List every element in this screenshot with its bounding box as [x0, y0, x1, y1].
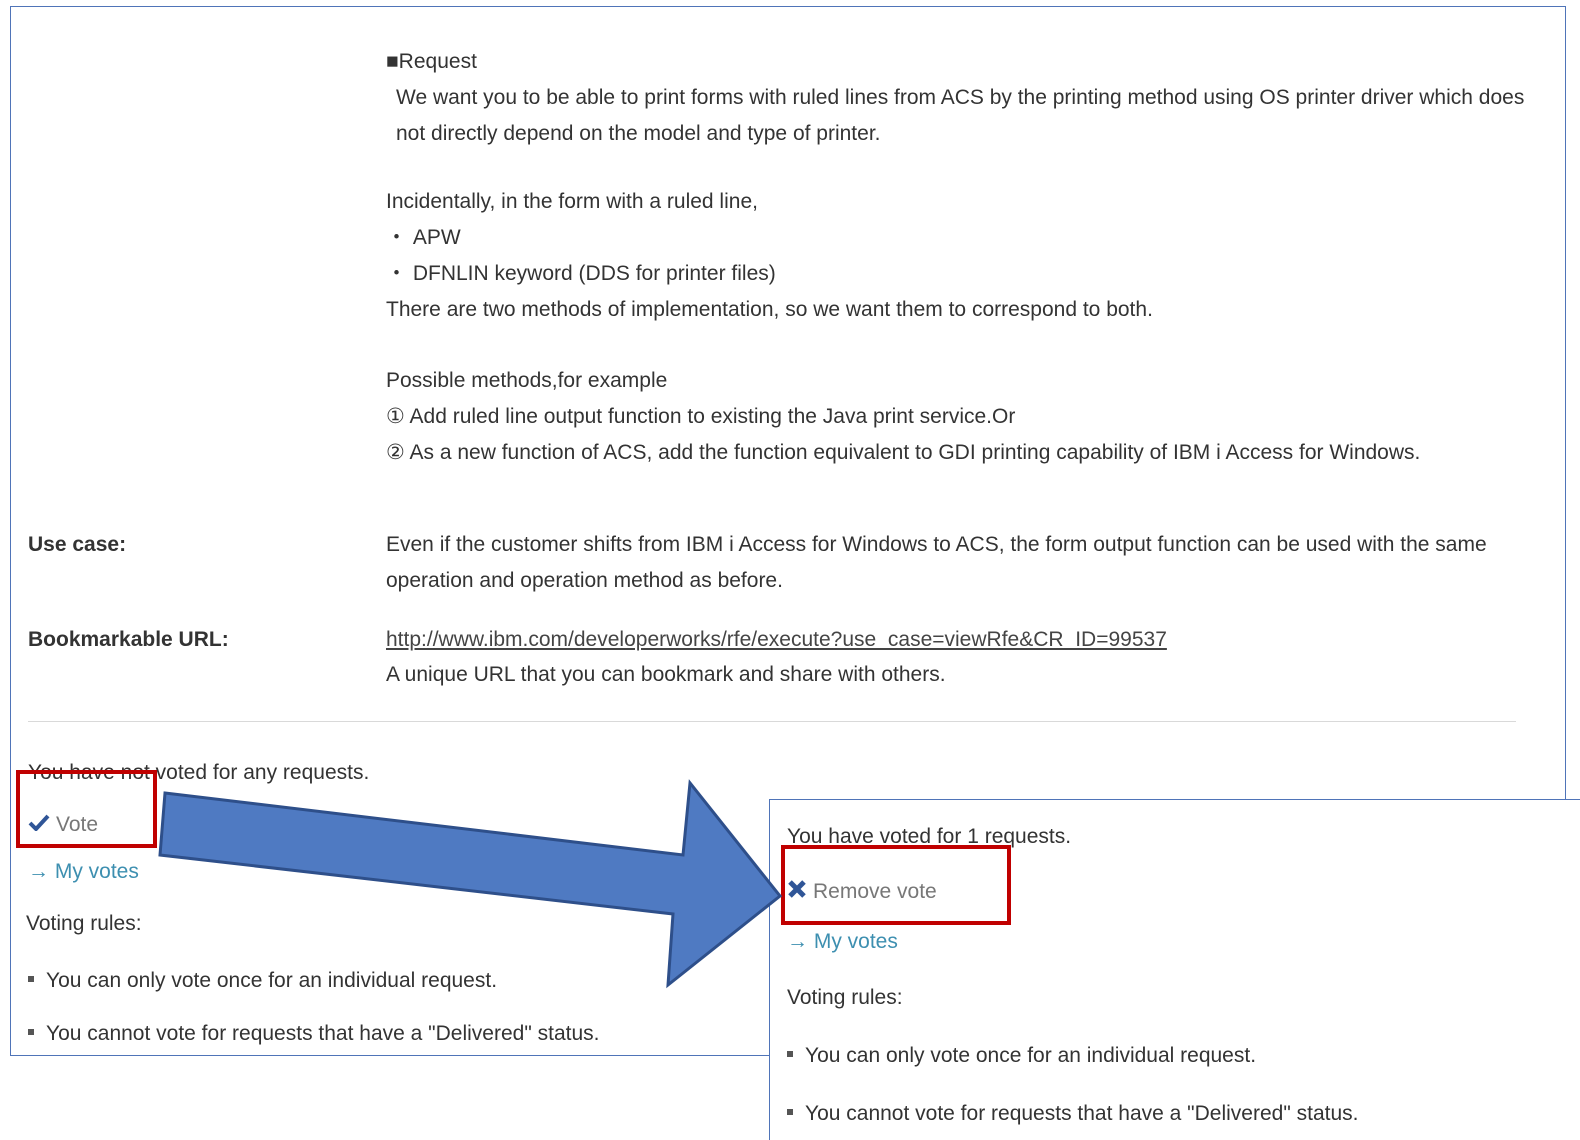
request-description: We want you to be able to print forms wi… — [396, 86, 1525, 145]
voting-rules-title-after: Voting rules: — [787, 986, 903, 1009]
incidental-item-apw: ・ APW — [386, 226, 461, 249]
rule-text: You cannot vote for requests that have a… — [805, 1102, 1359, 1125]
method-1: ① Add ruled line output function to exis… — [386, 405, 1016, 428]
incidental-intro: Incidentally, in the form with a ruled l… — [386, 190, 758, 213]
request-heading: ■Request — [386, 50, 477, 73]
my-votes-link-before[interactable]: → My votes — [28, 859, 139, 885]
my-votes-link-after[interactable]: → My votes — [787, 929, 898, 955]
rule-text: You can only vote once for an individual… — [46, 969, 498, 992]
remove-vote-highlight-box — [781, 845, 1011, 925]
bullet-icon — [787, 1109, 793, 1116]
rule-item: You cannot vote for requests that have a… — [787, 1101, 1358, 1127]
rule-text: You cannot vote for requests that have a… — [46, 1022, 600, 1045]
rule-item: You cannot vote for requests that have a… — [28, 1021, 599, 1047]
use-case-label: Use case: — [28, 533, 127, 556]
bullet-icon — [28, 1029, 34, 1036]
section-divider — [28, 721, 1516, 722]
bookmark-note: A unique URL that you can bookmark and s… — [386, 663, 946, 686]
voting-rules-title-before: Voting rules: — [26, 912, 142, 935]
bookmark-url-link[interactable]: http://www.ibm.com/developerworks/rfe/ex… — [386, 628, 1167, 651]
bullet-icon — [28, 976, 34, 983]
bookmark-label: Bookmarkable URL: — [28, 628, 229, 651]
rule-item: You can only vote once for an individual… — [28, 968, 497, 994]
vote-highlight-box — [16, 770, 157, 848]
rule-text: You can only vote once for an individual… — [805, 1044, 1257, 1067]
incidental-outro: There are two methods of implementation,… — [386, 298, 1153, 321]
method-2: ② As a new function of ACS, add the func… — [386, 441, 1421, 464]
methods-intro: Possible methods,for example — [386, 369, 668, 392]
incidental-item-dfnlin: ・ DFNLIN keyword (DDS for printer files) — [386, 262, 776, 285]
rule-item: You can only vote once for an individual… — [787, 1043, 1256, 1069]
use-case-text: Even if the customer shifts from IBM i A… — [386, 533, 1487, 592]
bullet-icon — [787, 1051, 793, 1058]
